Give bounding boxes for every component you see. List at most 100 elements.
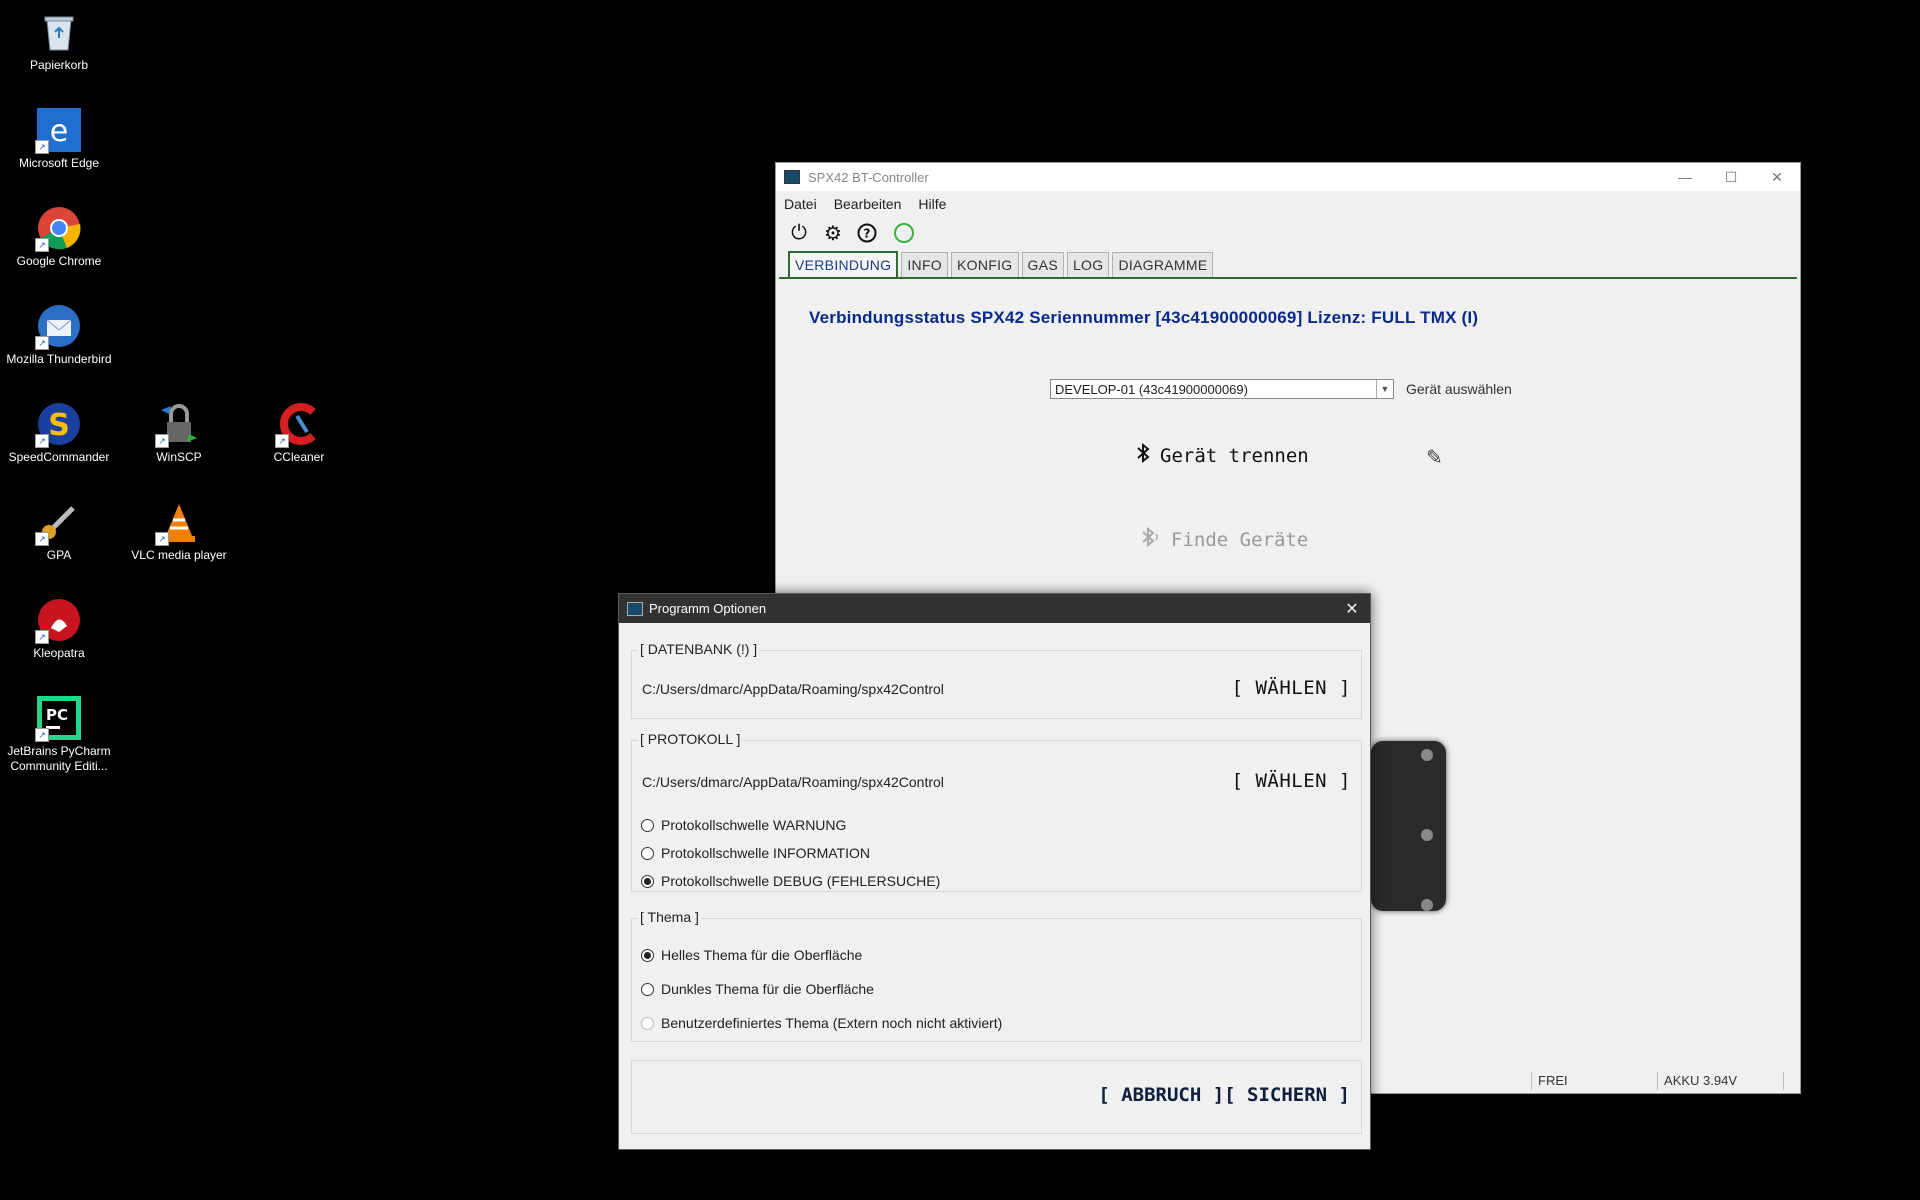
chevron-down-icon[interactable]: ▼ [1376, 380, 1393, 398]
app-icon [784, 170, 800, 184]
svg-text:S: S [48, 408, 70, 443]
radio-log-debug[interactable]: Protokollschwelle DEBUG (FEHLERSUCHE) [641, 873, 940, 889]
desktop-icon-label: GPA [46, 548, 72, 562]
tab-bar: VERBINDUNG INFO KONFIG GAS LOG DIAGRAMME [779, 249, 1797, 279]
radio-label: Protokollschwelle INFORMATION [661, 845, 871, 861]
winscp-icon: ↗ [155, 402, 201, 448]
close-button[interactable]: ✕ [1754, 163, 1800, 191]
database-choose-button[interactable]: [ WÄHLEN ] [1232, 677, 1351, 699]
radio-label: Protokollschwelle WARNUNG [661, 817, 847, 833]
main-window-titlebar[interactable]: SPX42 BT-Controller — ☐ ✕ [776, 163, 1800, 191]
speedcommander-icon: S ↗ [35, 402, 81, 448]
desktop-icon-recycle-bin[interactable]: Papierkorb [0, 0, 118, 73]
desktop-icon-chrome[interactable]: ↗ Google Chrome [0, 196, 118, 269]
options-dialog: Programm Optionen ✕ [ DATENBANK (!) ] C:… [618, 593, 1371, 1150]
radio-button[interactable] [641, 818, 654, 832]
desktop-icon-label: JetBrains PyCharm Community Editi... [7, 744, 111, 773]
window-title: SPX42 BT-Controller [808, 169, 929, 185]
radio-button-checked[interactable] [641, 874, 654, 888]
radio-button-disabled [641, 1016, 654, 1030]
theme-group-title: [ Thema ] [638, 909, 701, 925]
shortcut-arrow-icon: ↗ [35, 140, 49, 154]
radio-theme-custom: Benutzerdefiniertes Thema (Extern noch n… [641, 1015, 1002, 1031]
desktop-icon-kleopatra[interactable]: ↗ Kleopatra [0, 588, 118, 661]
find-devices-button[interactable]: Finde Geräte [1141, 526, 1308, 552]
tab-gas[interactable]: GAS [1021, 252, 1064, 277]
radio-label: Protokollschwelle DEBUG (FEHLERSUCHE) [661, 873, 941, 889]
svg-text:e: e [50, 114, 68, 149]
desktop-icon-pycharm[interactable]: PC ↗ JetBrains PyCharm Community Editi..… [0, 686, 118, 774]
radio-button[interactable] [641, 982, 654, 996]
desktop-icon-speedcommander[interactable]: S ↗ SpeedCommander [0, 392, 118, 465]
app-icon [627, 601, 643, 616]
pencil-icon[interactable]: ✎ [1426, 445, 1443, 470]
edge-icon: e ↗ [35, 108, 81, 154]
shortcut-arrow-icon: ↗ [35, 336, 49, 350]
connection-status-text: Verbindungsstatus SPX42 Seriennummer [43… [809, 308, 1479, 327]
device-select[interactable]: DEVELOP-01 (43c41900000069) ▼ [1050, 379, 1394, 399]
help-icon[interactable]: ? [854, 220, 880, 246]
dialog-buttons: [ ABBRUCH ][ SICHERN ] [1098, 1084, 1350, 1106]
chrome-icon: ↗ [35, 206, 81, 252]
ccleaner-icon: ↗ [275, 402, 321, 448]
shortcut-arrow-icon: ↗ [35, 630, 49, 644]
protocol-path-field[interactable]: C:/Users/dmarc/AppData/Roaming/spx42Cont… [642, 774, 944, 790]
desktop-icon-label: Kleopatra [33, 646, 85, 660]
menu-datei[interactable]: Datei [784, 196, 817, 212]
menu-bearbeiten[interactable]: Bearbeiten [834, 196, 902, 212]
desktop-icon-label: Papierkorb [29, 58, 89, 72]
tab-log[interactable]: LOG [1066, 252, 1110, 277]
desktop-icon-label: WinSCP [156, 450, 202, 464]
cancel-button[interactable]: [ ABBRUCH ] [1098, 1084, 1224, 1106]
status-free: FREI [1531, 1072, 1657, 1090]
bluetooth-icon [1136, 442, 1150, 468]
radio-theme-light[interactable]: Helles Thema für die Oberfläche [641, 947, 862, 963]
radio-label: Benutzerdefiniertes Thema (Extern noch n… [661, 1015, 1003, 1031]
shortcut-arrow-icon: ↗ [35, 238, 49, 252]
desktop-icon-winscp[interactable]: ↗ WinSCP [120, 392, 238, 465]
desktop-icon-label: Microsoft Edge [18, 156, 100, 170]
desktop-icon-vlc[interactable]: ↗ VLC media player [120, 490, 238, 563]
radio-theme-dark[interactable]: Dunkles Thema für die Oberfläche [641, 981, 874, 997]
dialog-close-button[interactable]: ✕ [1334, 599, 1370, 619]
power-icon[interactable]: ⏻ [786, 220, 812, 246]
radio-button-checked[interactable] [641, 948, 654, 962]
desktop-icon-gpa[interactable]: ↗ GPA [0, 490, 118, 563]
shortcut-arrow-icon: ↗ [155, 532, 169, 546]
desktop-icon-label: CCleaner [273, 450, 325, 464]
theme-group: [ Thema ] Helles Thema für die Oberfläch… [631, 909, 1362, 1042]
save-button[interactable]: [ SICHERN ] [1224, 1084, 1350, 1106]
bluetooth-searching-icon [1141, 526, 1161, 552]
menu-hilfe[interactable]: Hilfe [918, 196, 946, 212]
maximize-button[interactable]: ☐ [1708, 163, 1754, 191]
radio-log-warning[interactable]: Protokollschwelle WARNUNG [641, 817, 846, 833]
tab-info[interactable]: INFO [901, 252, 949, 277]
desktop-icon-edge[interactable]: e ↗ Microsoft Edge [0, 98, 118, 171]
dialog-titlebar[interactable]: Programm Optionen ✕ [619, 594, 1370, 623]
svg-text:?: ? [864, 227, 871, 241]
tab-diagramme[interactable]: DIAGRAMME [1112, 252, 1214, 277]
desktop-icon-thunderbird[interactable]: ↗ Mozilla Thunderbird [0, 294, 118, 367]
gear-icon[interactable]: ⚙ [820, 220, 846, 246]
device-image [1371, 741, 1446, 911]
dialog-title: Programm Optionen [649, 601, 767, 616]
radio-log-information[interactable]: Protokollschwelle INFORMATION [641, 845, 870, 861]
tab-verbindung[interactable]: VERBINDUNG [788, 251, 899, 277]
radio-button[interactable] [641, 846, 654, 860]
radio-label: Helles Thema für die Oberfläche [661, 947, 863, 963]
tab-konfig[interactable]: KONFIG [951, 252, 1019, 277]
database-path-field[interactable]: C:/Users/dmarc/AppData/Roaming/spx42Cont… [642, 681, 944, 697]
svg-text:PC: PC [46, 706, 68, 724]
device-select-value: DEVELOP-01 (43c41900000069) [1055, 381, 1248, 397]
minimize-button[interactable]: — [1662, 163, 1708, 191]
shortcut-arrow-icon: ↗ [35, 532, 49, 546]
desktop-icon-label: SpeedCommander [8, 450, 110, 464]
desktop-icon-ccleaner[interactable]: ↗ CCleaner [240, 392, 358, 465]
shortcut-arrow-icon: ↗ [275, 434, 289, 448]
disconnect-button[interactable]: Gerät trennen [1136, 442, 1309, 468]
toolbar: ⏻ ⚙ ? [776, 217, 1800, 249]
kleopatra-icon: ↗ [35, 598, 81, 644]
vlc-icon: ↗ [155, 500, 201, 546]
protocol-choose-button[interactable]: [ WÄHLEN ] [1232, 770, 1351, 792]
desktop-icon-label: VLC media player [131, 548, 227, 562]
